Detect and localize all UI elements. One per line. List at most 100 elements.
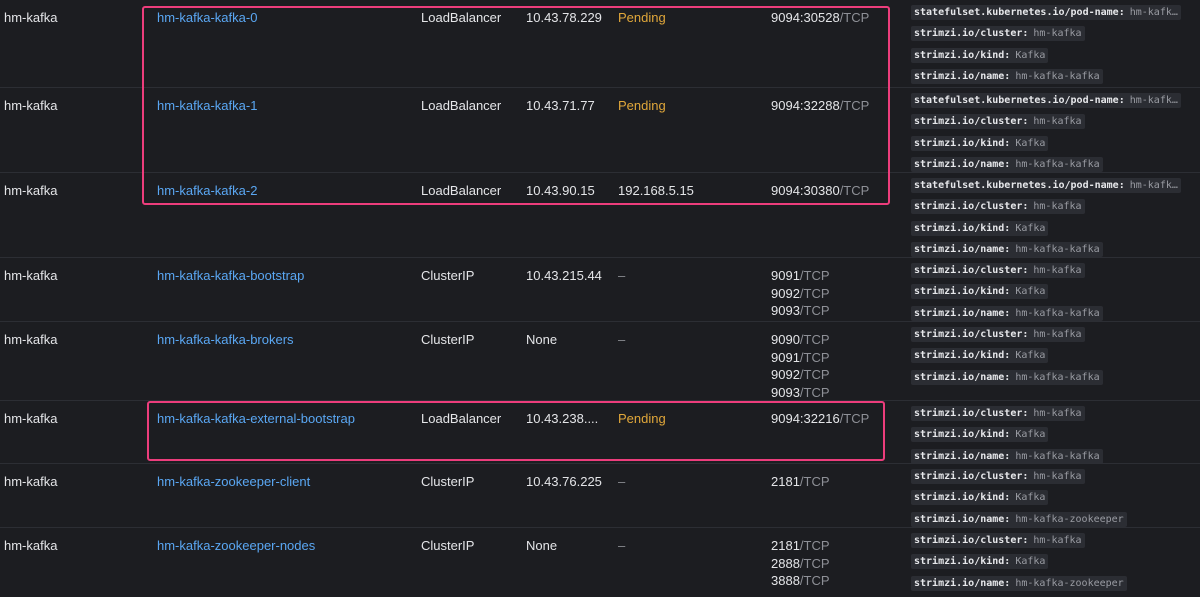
label-key: strimzi.io/name: [911,156,1013,172]
label-key: strimzi.io/name: [911,305,1013,321]
service-name-link[interactable]: hm-kafka-kafka-brokers [157,331,294,349]
cluster-ip-cell: None [526,332,558,347]
namespace-cell: hm-kafka [4,332,58,347]
label-chip: strimzi.io/cluster: hm-kafka [911,199,1200,220]
port-entry: 9094:32216/TCP [771,410,869,428]
label-key: strimzi.io/cluster: [911,533,1031,548]
port-number: 9094:30380 [771,183,840,198]
service-type-cell: LoadBalancer [421,98,502,113]
port-entry: 9090/TCP [771,331,830,349]
labels-cell: strimzi.io/cluster: hm-kafka strimzi.io/ki… [911,327,1200,391]
label-value: hm-kafka [1030,406,1085,421]
table-row: hm-kafka hm-kafka-kafka-1 LoadBalancer 10.4… [0,87,1200,172]
label-chip: strimzi.io/cluster: hm-kafka [911,263,1200,284]
service-name-link[interactable]: hm-kafka-kafka-2 [157,182,257,200]
port-protocol: /TCP [799,474,830,489]
label-key: strimzi.io/kind: [911,220,1013,236]
service-type-cell: LoadBalancer [421,411,502,426]
port-number: 3888 [771,573,800,588]
label-chip: strimzi.io/cluster: hm-kafka [911,26,1200,47]
service-name-link[interactable]: hm-kafka-kafka-bootstrap [157,267,304,285]
table-row: hm-kafka hm-kafka-kafka-external-bootstra… [0,400,1200,464]
service-name-link[interactable]: hm-kafka-kafka-0 [157,9,257,27]
port-protocol: /TCP [799,303,830,318]
cluster-ip-cell: None [526,538,558,553]
table-row: hm-kafka hm-kafka-zookeeper-nodes ClusterI… [0,527,1200,591]
label-key: strimzi.io/cluster: [911,263,1031,278]
label-chip: statefulset.kubernetes.io/pod-name: hm-ka… [911,93,1200,114]
label-key: strimzi.io/kind: [911,554,1013,570]
service-name-link[interactable]: hm-kafka-kafka-external-bootstrap [157,410,355,428]
label-chip: strimzi.io/name: hm-kafka-kafka [911,369,1200,391]
port-protocol: /TCP [839,411,870,426]
service-name-link[interactable]: hm-kafka-zookeeper-nodes [157,537,315,555]
label-key: strimzi.io/kind: [911,135,1013,151]
port-protocol: /TCP [799,285,830,301]
label-value: hm-kafka-kafka [1012,305,1103,321]
label-key: strimzi.io/kind: [911,348,1013,364]
label-value: Kafka [1012,348,1049,364]
service-type-cell: ClusterIP [421,332,475,347]
port-protocol: /TCP [839,10,870,25]
labels-cell: statefulset.kubernetes.io/pod-name: hm-ka… [911,93,1200,178]
label-value: hm-kafka-kafka [1012,68,1103,84]
label-chip: strimzi.io/cluster: hm-kafka [911,533,1200,554]
ports-cell: 9094:30380/TCP [771,182,869,200]
port-entry: 9094:30528/TCP [771,9,869,27]
table-row: hm-kafka hm-kafka-kafka-brokers ClusterIP N… [0,321,1200,400]
label-chip: strimzi.io/kind: Kafka [911,427,1200,448]
cluster-ip-cell: 10.43.78.229 [526,10,602,25]
port-number: 9093 [771,384,800,400]
label-value: hm-kafka [1030,199,1085,215]
table-row: hm-kafka hm-kafka-kafka-2 LoadBalancer 10.4… [0,172,1200,257]
service-type-cell: ClusterIP [421,538,475,553]
external-ip-pending-status: Pending [618,98,666,113]
label-chip: strimzi.io/name: hm-kafka-zookeeper [911,575,1200,597]
port-protocol: /TCP [839,98,870,113]
label-chip: strimzi.io/kind: Kafka [911,135,1200,157]
label-key: strimzi.io/name: [911,511,1013,527]
ports-cell: 2181/TCP 2888/TCP 3888/TCP [771,537,830,590]
port-number: 9092 [771,367,800,382]
label-value: hm-kafka [1030,327,1085,342]
port-number: 9094:32288 [771,98,840,113]
external-ip-pending-status: Pending [618,411,666,426]
port-protocol: /TCP [799,349,830,365]
label-chip: strimzi.io/kind: Kafka [911,284,1200,305]
cluster-ip-cell: 10.43.215.44 [526,268,602,283]
service-type-cell: LoadBalancer [421,183,502,198]
label-value: hm-kafka-kafka [1012,156,1103,172]
label-key: strimzi.io/cluster: [911,327,1031,342]
service-name-link[interactable]: hm-kafka-zookeeper-client [157,473,310,491]
label-chip: strimzi.io/kind: Kafka [911,554,1200,575]
port-entry: 9091/TCP [771,349,830,367]
services-table: hm-kafka hm-kafka-kafka-0 LoadBalancer 10.4… [0,0,1200,591]
label-value: hm-kafka-kafka [1012,241,1103,257]
label-value: hm-kafka [1030,263,1085,278]
label-value: hm-kafka [1030,533,1085,548]
port-entry: 3888/TCP [771,572,830,590]
label-key: strimzi.io/name: [911,575,1013,591]
table-row: hm-kafka hm-kafka-kafka-0 LoadBalancer 10.4… [0,0,1200,87]
port-entry: 2181/TCP [771,537,830,555]
port-entry: 9093/TCP [771,302,830,320]
port-number: 9094:30528 [771,10,840,25]
label-value: hm-kafka [1030,469,1085,484]
port-number: 2181 [771,538,800,553]
label-value: hm-kafka [1030,26,1085,42]
port-number: 9091 [771,268,800,283]
ports-cell: 9094:32288/TCP [771,97,869,115]
port-protocol: /TCP [799,384,830,400]
label-key: strimzi.io/kind: [911,284,1013,300]
label-chip: strimzi.io/cluster: hm-kafka [911,327,1200,348]
external-ip-cell: – [618,474,626,489]
namespace-cell: hm-kafka [4,183,58,198]
labels-cell: strimzi.io/cluster: hm-kafka strimzi.io/ki… [911,406,1200,470]
label-key: strimzi.io/cluster: [911,114,1031,130]
label-key: strimzi.io/name: [911,241,1013,257]
label-value: Kafka [1012,427,1049,443]
service-name-link[interactable]: hm-kafka-kafka-1 [157,97,257,115]
external-ip-cell: – [618,268,626,283]
port-number: 9090 [771,332,800,347]
service-type-cell: ClusterIP [421,474,475,489]
